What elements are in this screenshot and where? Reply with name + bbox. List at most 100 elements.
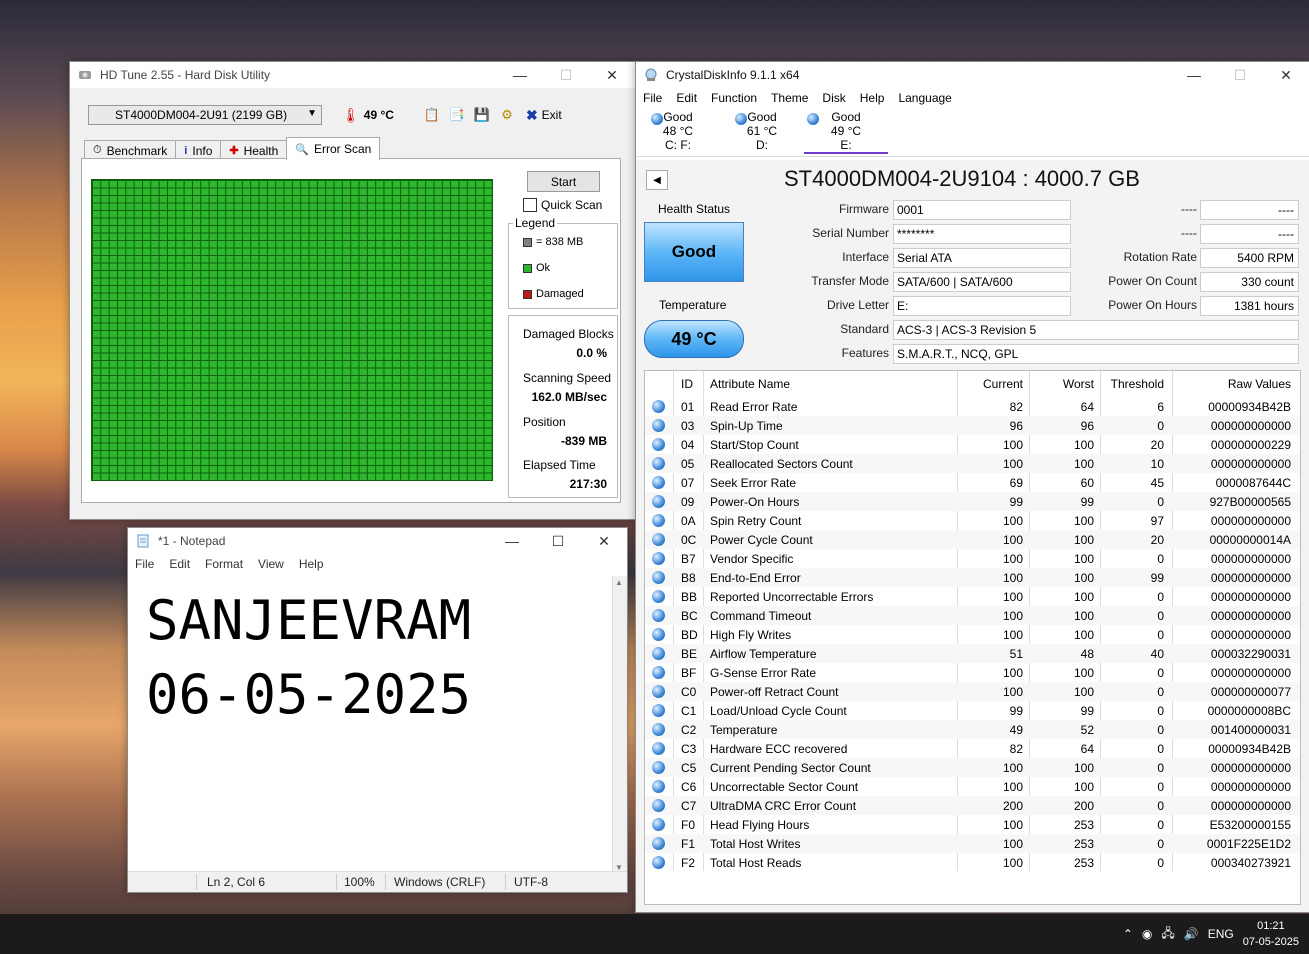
col-current[interactable]: Current [983,377,1023,391]
table-row[interactable]: 01 Read Error Rate 82 64 6 00000934B42B [645,397,1300,416]
minimize-button[interactable]: — [489,528,535,554]
table-row[interactable]: 03 Spin-Up Time 96 96 0 000000000000 [645,416,1300,435]
tab-info[interactable]: i Info [175,140,222,160]
table-row[interactable]: 04 Start/Stop Count 100 100 20 000000000229 [645,435,1300,454]
smart-attributes-table: ID Attribute Name Current Worst Threshol… [644,370,1301,905]
temperature-badge[interactable]: 49 °C [644,320,744,358]
table-row[interactable]: BC Command Timeout 100 100 0 000000000000 [645,606,1300,625]
drive-tab-e[interactable]: Good 49 °C E: [804,110,888,154]
table-row[interactable]: C7 UltraDMA CRC Error Count 200 200 0 0000000… [645,796,1300,815]
input-language[interactable]: ENG [1208,927,1234,941]
menu-file[interactable]: File [135,557,154,571]
table-row[interactable]: BB Reported Uncorrectable Errors 100 100 0 00… [645,587,1300,606]
copy-all-icon[interactable]: 📑 [448,106,466,124]
quick-scan-option[interactable]: Quick Scan [523,198,602,212]
table-row[interactable]: C5 Current Pending Sector Count 100 100 0 000… [645,758,1300,777]
menu-disk[interactable]: Disk [822,91,845,105]
save-icon[interactable]: 💾 [473,106,491,124]
minimize-button[interactable]: — [497,62,543,88]
table-row[interactable]: C3 Hardware ECC recovered 82 64 0 00000934B42… [645,739,1300,758]
maximize-button[interactable]: ☐ [535,528,581,554]
drive-tab-d[interactable]: Good 61 °C D: [732,110,792,152]
cell-id: 0A [681,514,696,528]
start-button[interactable]: Start [527,171,600,192]
table-row[interactable]: 0C Power Cycle Count 100 100 20 00000000014A [645,530,1300,549]
col-threshold[interactable]: Threshold [1111,377,1164,391]
menu-format[interactable]: Format [205,557,243,571]
health-status-button[interactable]: Good [644,222,744,282]
table-header: ID Attribute Name Current Worst Threshol… [645,371,1300,395]
table-row[interactable]: C1 Load/Unload Cycle Count 99 99 0 0000000008… [645,701,1300,720]
close-button[interactable]: ✕ [1263,62,1309,88]
maximize-button[interactable]: ☐ [1217,62,1263,88]
status-good-icon [652,647,665,660]
webcam-icon[interactable]: ◉ [1142,927,1152,941]
table-row[interactable]: BD High Fly Writes 100 100 0 000000000000 [645,625,1300,644]
cell-id: 01 [681,400,695,414]
table-row[interactable]: F2 Total Host Reads 100 253 0 000340273921 [645,853,1300,872]
menu-help[interactable]: Help [299,557,324,571]
table-row[interactable]: F0 Head Flying Hours 100 253 0 E53200000155 [645,815,1300,834]
menu-theme[interactable]: Theme [771,91,808,105]
menu-edit[interactable]: Edit [676,91,697,105]
close-button[interactable]: ✕ [589,62,635,88]
network-icon[interactable]: 🖧 [1161,924,1174,945]
clock[interactable]: 01:21 07-05-2025 [1243,918,1299,950]
col-id[interactable]: ID [681,377,693,391]
menu-view[interactable]: View [258,557,284,571]
cell-threshold: 0 [1157,799,1164,813]
table-row[interactable]: BF G-Sense Error Rate 100 100 0 000000000000 [645,663,1300,682]
cell-id: 05 [681,457,695,471]
tab-benchmark[interactable]: ⏱ Benchmark [84,140,177,160]
vertical-scrollbar[interactable]: ▲ ▼ [612,576,627,874]
table-row[interactable]: C6 Uncorrectable Sector Count 100 100 0 00000… [645,777,1300,796]
cell-current: 69 [1009,476,1023,490]
col-worst[interactable]: Worst [1063,377,1094,391]
scroll-up-icon[interactable]: ▲ [615,578,623,587]
table-row[interactable]: BE Airflow Temperature 51 48 40 000032290031 [645,644,1300,663]
col-raw-values[interactable]: Raw Values [1228,377,1291,391]
previous-disk-button[interactable]: ◀ [646,170,668,190]
drive-tab-c[interactable]: Good 48 °C C: F: [648,110,708,152]
notepad-text-area[interactable]: SANJEEVRAM 06-05-2025 [146,584,471,732]
table-row[interactable]: 07 Seek Error Rate 69 60 45 0000087644C [645,473,1300,492]
cell-attribute-name: Airflow Temperature [710,647,817,661]
status-good-icon [652,609,665,622]
minimize-button[interactable]: — [1171,62,1217,88]
menu-function[interactable]: Function [711,91,757,105]
table-row[interactable]: C2 Temperature 49 52 0 001400000031 [645,720,1300,739]
table-row[interactable]: 0A Spin Retry Count 100 100 97 000000000000 [645,511,1300,530]
chevron-up-icon[interactable]: ⌃ [1123,927,1133,941]
menu-language[interactable]: Language [898,91,951,105]
table-row[interactable]: B7 Vendor Specific 100 100 0 000000000000 [645,549,1300,568]
menu-help[interactable]: Help [860,91,885,105]
menu-file[interactable]: File [643,91,662,105]
options-icon[interactable]: ⚙ [498,106,516,124]
cell-worst: 100 [1073,533,1094,547]
cell-worst: 100 [1073,666,1094,680]
copy-icon[interactable]: 📋 [423,106,441,124]
exit-button[interactable]: ✖ Exit [526,107,562,124]
cell-raw-value: 00000934B42B [1208,400,1291,414]
drive-select[interactable]: ST4000DM004-2U91 (2199 GB) ▼ [88,105,322,125]
table-row[interactable]: C0 Power-off Retract Count 100 100 0 00000000… [645,682,1300,701]
cell-attribute-name: Uncorrectable Sector Count [710,780,859,794]
cell-threshold: 45 [1150,476,1164,490]
speaker-icon[interactable]: 🔊 [1184,927,1199,941]
tab-health[interactable]: ✚ Health [220,140,288,160]
cdi-titlebar[interactable]: CrystalDiskInfo 9.1.1 x64 — ☐ ✕ [636,62,1309,88]
close-button[interactable]: ✕ [581,528,627,554]
status-good-icon [652,590,665,603]
hdtune-titlebar[interactable]: HD Tune 2.55 - Hard Disk Utility — ☐ ✕ [70,62,635,88]
cell-raw-value: 927B00000565 [1209,495,1291,509]
menu-edit[interactable]: Edit [169,557,190,571]
table-row[interactable]: B8 End-to-End Error 100 100 99 000000000000 [645,568,1300,587]
col-attribute-name[interactable]: Attribute Name [710,377,790,391]
table-row[interactable]: 09 Power-On Hours 99 99 0 927B00000565 [645,492,1300,511]
table-row[interactable]: 05 Reallocated Sectors Count 100 100 10 00000… [645,454,1300,473]
notepad-titlebar[interactable]: *1 - Notepad — ☐ ✕ [128,528,627,554]
table-row[interactable]: F1 Total Host Writes 100 253 0 0001F225E1D2 [645,834,1300,853]
quick-scan-checkbox[interactable] [523,198,537,212]
maximize-button[interactable]: ☐ [543,62,589,88]
tab-error-scan[interactable]: 🔍 Error Scan [286,137,381,160]
